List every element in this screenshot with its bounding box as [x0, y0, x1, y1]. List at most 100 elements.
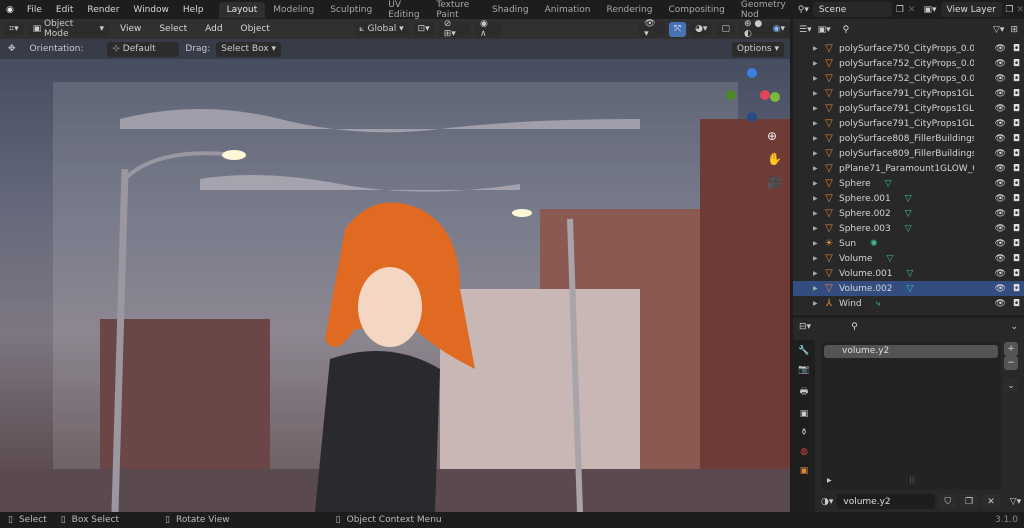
- resize-handle[interactable]: ⁞⁞: [909, 476, 915, 486]
- sun-data-icon[interactable]: ✺: [870, 239, 878, 249]
- expand-arrow-icon[interactable]: ▶: [813, 135, 821, 142]
- outliner-item-name[interactable]: Sphere.002: [839, 209, 891, 219]
- outliner-item[interactable]: ▶ ⅄ Wind ⤷ 👁 ◘: [793, 296, 1024, 311]
- render-camera-icon[interactable]: ◘: [1013, 74, 1020, 84]
- expand-arrow-icon[interactable]: ▶: [813, 105, 821, 112]
- mesh-data-icon[interactable]: ▽: [886, 254, 893, 264]
- material-browse-icon[interactable]: ◑▾: [821, 497, 833, 507]
- outliner-item[interactable]: ▶ ☀ Sun ✺ 👁 ◘: [793, 236, 1024, 251]
- render-camera-icon[interactable]: ◘: [1013, 254, 1020, 264]
- menu-view[interactable]: View: [113, 24, 148, 34]
- render-camera-icon[interactable]: ◘: [1013, 44, 1020, 54]
- outliner-item-name[interactable]: polySurface750_CityProps_0.003: [839, 44, 974, 54]
- outliner-item[interactable]: ▶ ▽ polySurface791_CityProps1GLOW_ 👁 ◘: [793, 101, 1024, 116]
- new-scene-icon[interactable]: ❐: [896, 5, 904, 15]
- transform-orientation-dropdown[interactable]: ⟀ Global ▾: [354, 21, 409, 37]
- outliner-item[interactable]: ▶ ▽ polySurface808_FillerBuildings1GL 👁 …: [793, 131, 1024, 146]
- expand-arrow-icon[interactable]: ▶: [813, 255, 821, 262]
- visibility-eye-icon[interactable]: 👁: [995, 119, 1006, 129]
- outliner-item[interactable]: ▶ ▽ Sphere ▽ 👁 ◘: [793, 176, 1024, 191]
- filter-icon[interactable]: ▽▾: [993, 25, 1004, 35]
- render-camera-icon[interactable]: ◘: [1013, 104, 1020, 114]
- fake-user-icon[interactable]: ⛉: [939, 494, 957, 509]
- outliner-item-name[interactable]: polySurface791_CityProps1GLOW_: [839, 104, 974, 114]
- material-slot-item[interactable]: volume.y2: [824, 345, 998, 358]
- object-tab-icon[interactable]: ▣: [800, 466, 809, 476]
- outliner-item[interactable]: ▶ ▽ Volume ▽ 👁 ◘: [793, 251, 1024, 266]
- render-camera-icon[interactable]: ◘: [1013, 284, 1020, 294]
- outliner-item[interactable]: ▶ ▽ pPlane71_Paramount1GLOW_0.00 👁 ◘: [793, 161, 1024, 176]
- expand-arrow-icon[interactable]: ▶: [813, 90, 821, 97]
- tab-sculpting[interactable]: Sculpting: [322, 2, 380, 18]
- outliner-item-name[interactable]: Sphere.001: [839, 194, 891, 204]
- visibility-eye-icon[interactable]: 👁: [995, 209, 1006, 219]
- expand-arrow-icon[interactable]: ▶: [813, 195, 821, 202]
- add-slot-button[interactable]: +: [1004, 342, 1018, 356]
- render-camera-icon[interactable]: ◘: [1013, 164, 1020, 174]
- drag-dropdown[interactable]: Select Box ▾: [216, 41, 282, 57]
- visibility-eye-icon[interactable]: 👁: [995, 284, 1006, 294]
- mesh-data-icon[interactable]: ▽: [907, 269, 914, 279]
- view-layer-field[interactable]: View Layer: [940, 2, 1003, 17]
- outliner-item[interactable]: ▶ ▽ Volume.002 ▽ 👁 ◘: [793, 281, 1024, 296]
- outliner-item-name[interactable]: polySurface752_CityProps_0.019: [839, 59, 974, 69]
- slot-menu-button[interactable]: ⌄: [1004, 378, 1018, 393]
- outliner-item-name[interactable]: polySurface791_CityProps1GLOW_: [839, 119, 974, 129]
- outliner-item-name[interactable]: Sphere: [839, 179, 871, 189]
- outliner-item-name[interactable]: polySurface752_CityProps_0.047: [839, 74, 974, 84]
- camera-view-icon[interactable]: 🎥: [767, 175, 782, 189]
- menu-window[interactable]: Window: [126, 5, 176, 15]
- options-button[interactable]: Options ▾: [731, 41, 784, 57]
- expand-arrow-icon[interactable]: ▶: [813, 270, 821, 277]
- expand-arrow-icon[interactable]: ▶: [813, 180, 821, 187]
- visibility-eye-icon[interactable]: 👁: [995, 74, 1006, 84]
- orientation-dropdown[interactable]: ⊹ Default: [107, 41, 180, 57]
- zoom-icon[interactable]: ⊕: [767, 129, 777, 143]
- overlay-icon[interactable]: ◕▾: [690, 21, 713, 37]
- render-camera-icon[interactable]: ◘: [1013, 194, 1020, 204]
- visibility-eye-icon[interactable]: 👁: [995, 254, 1006, 264]
- render-camera-icon[interactable]: ◘: [1013, 239, 1020, 249]
- tool-tab-icon[interactable]: 🔧: [798, 346, 809, 356]
- tab-compositing[interactable]: Compositing: [660, 2, 732, 18]
- material-name-field[interactable]: volume.y2: [837, 494, 936, 509]
- outliner-item[interactable]: ▶ ▽ polySurface791_CityProps1GLOW_ 👁 ◘: [793, 86, 1024, 101]
- outliner-item-name[interactable]: Volume: [839, 254, 872, 264]
- outliner-item[interactable]: ▶ ▽ polySurface791_CityProps1GLOW_ 👁 ◘: [793, 116, 1024, 131]
- visibility-eye-icon[interactable]: 👁: [995, 134, 1006, 144]
- editor-type-icon[interactable]: ⌗▾: [4, 21, 24, 37]
- render-camera-icon[interactable]: ◘: [1013, 119, 1020, 129]
- outliner-item-name[interactable]: Sphere.003: [839, 224, 891, 234]
- outliner-item[interactable]: ▶ ▽ Sphere.003 ▽ 👁 ◘: [793, 221, 1024, 236]
- expand-icon[interactable]: ▶: [827, 477, 832, 484]
- visibility-eye-icon[interactable]: 👁: [995, 194, 1006, 204]
- expand-arrow-icon[interactable]: ▶: [813, 45, 821, 52]
- visibility-eye-icon[interactable]: 👁: [995, 44, 1006, 54]
- mesh-data-icon[interactable]: ▽: [905, 224, 912, 234]
- outliner-item[interactable]: ▶ ▽ polySurface752_CityProps_0.019 👁 ◘: [793, 56, 1024, 71]
- material-slot-list[interactable]: volume.y2 ▶ ⁞⁞: [821, 342, 1001, 490]
- expand-arrow-icon[interactable]: ▶: [813, 210, 821, 217]
- visibility-eye-icon[interactable]: 👁: [995, 179, 1006, 189]
- expand-arrow-icon[interactable]: ▶: [813, 165, 821, 172]
- expand-arrow-icon[interactable]: ▶: [813, 120, 821, 127]
- menu-select[interactable]: Select: [152, 24, 194, 34]
- mesh-data-icon[interactable]: ▽: [885, 179, 892, 189]
- 3d-viewport[interactable]: ⊕ ✋ 🎥: [0, 59, 790, 512]
- expand-arrow-icon[interactable]: ▶: [813, 300, 821, 307]
- snap-icon[interactable]: ⊘ ⊞▾: [438, 19, 471, 39]
- outliner-item-name[interactable]: Volume.002: [839, 284, 893, 294]
- visibility-eye-icon[interactable]: 👁: [995, 59, 1006, 69]
- outliner-item[interactable]: ▶ ▽ polySurface809_FillerBuildings1_0. 👁…: [793, 146, 1024, 161]
- visibility-eye-icon[interactable]: 👁: [995, 224, 1006, 234]
- display-mode-icon[interactable]: ☰▾: [799, 25, 812, 35]
- visibility-eye-icon[interactable]: 👁: [995, 299, 1006, 309]
- expand-arrow-icon[interactable]: ▶: [813, 150, 821, 157]
- scene-icon[interactable]: ⚲▾: [798, 5, 809, 15]
- collapse-icon[interactable]: ⌄: [1010, 322, 1018, 332]
- mode-dropdown[interactable]: ▣ Object Mode ▾: [27, 19, 109, 39]
- menu-help[interactable]: Help: [176, 5, 211, 15]
- tab-rendering[interactable]: Rendering: [598, 2, 660, 18]
- outliner-item-name[interactable]: Volume.001: [839, 269, 893, 279]
- filter-view-icon[interactable]: ▣▾: [818, 25, 831, 35]
